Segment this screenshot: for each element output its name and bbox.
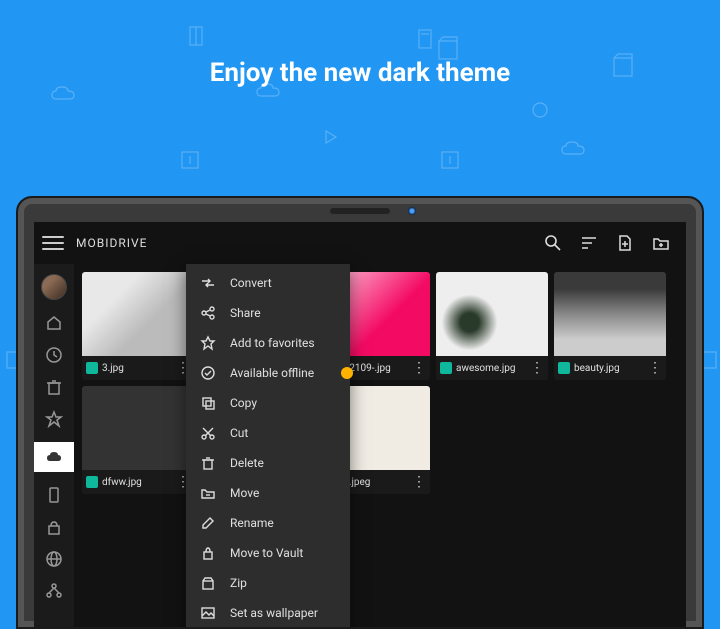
menu-convert[interactable]: Convert — [186, 268, 350, 298]
recent-icon[interactable] — [45, 346, 63, 364]
new-folder-icon[interactable] — [652, 234, 670, 252]
menu-available-offline[interactable]: Available offline — [186, 358, 350, 388]
trash-icon[interactable] — [45, 378, 63, 396]
sidebar — [34, 264, 74, 627]
file-bar: 3.jpg ⋮ — [82, 356, 194, 380]
file-bar: awesome.jpg ⋮ — [436, 356, 548, 380]
search-icon[interactable] — [544, 234, 562, 252]
star-icon — [200, 335, 216, 351]
more-icon[interactable]: ⋮ — [530, 361, 544, 375]
hero-title: Enjoy the new dark theme — [0, 58, 720, 88]
image-file-icon — [86, 476, 98, 488]
menu-rename[interactable]: Rename — [186, 508, 350, 538]
file-name: 3.jpg — [102, 363, 172, 374]
file-name: beauty.jpg — [574, 363, 644, 374]
topbar: MOBIDRIVE — [34, 222, 686, 264]
tablet-speaker — [330, 208, 390, 214]
menu-label: Move to Vault — [230, 546, 303, 560]
menu-label: Zip — [230, 576, 247, 590]
cloud-icon[interactable] — [34, 442, 74, 472]
thumbnail — [82, 272, 194, 356]
toggle-indicator[interactable] — [341, 367, 353, 379]
menu-label: Available offline — [230, 366, 314, 380]
offline-icon — [200, 365, 216, 381]
device-icon[interactable] — [45, 486, 63, 504]
thumbnail — [82, 386, 194, 470]
file-grid: 3.jpg ⋮ dfww.jpg ⋮ 72210 — [74, 264, 686, 627]
more-icon[interactable]: ⋮ — [412, 475, 426, 489]
menu-label: Rename — [230, 516, 274, 530]
vault-icon — [200, 545, 216, 561]
main-area: 3.jpg ⋮ dfww.jpg ⋮ 72210 — [34, 264, 686, 627]
cut-icon — [200, 425, 216, 441]
image-file-icon — [558, 362, 570, 374]
file-card[interactable]: awesome.jpg ⋮ — [436, 272, 548, 380]
avatar[interactable] — [41, 274, 67, 300]
menu-label: Copy — [230, 396, 257, 410]
thumbnail — [436, 272, 548, 356]
menu-move-vault[interactable]: Move to Vault — [186, 538, 350, 568]
file-bar: beauty.jpg ⋮ — [554, 356, 666, 380]
zip-icon — [200, 575, 216, 591]
new-file-icon[interactable] — [616, 234, 634, 252]
menu-copy[interactable]: Copy — [186, 388, 350, 418]
menu-share[interactable]: Share — [186, 298, 350, 328]
file-bar: dfww.jpg ⋮ — [82, 470, 194, 494]
more-icon[interactable]: ⋮ — [412, 361, 426, 375]
sort-icon[interactable] — [580, 234, 598, 252]
thumbnail — [554, 272, 666, 356]
globe-icon[interactable] — [45, 550, 63, 568]
menu-label: Share — [230, 306, 261, 320]
topbar-actions — [544, 234, 678, 252]
app-screen: MOBIDRIVE — [34, 222, 686, 627]
menu-label: Add to favorites — [230, 336, 315, 350]
move-icon — [200, 485, 216, 501]
rename-icon — [200, 515, 216, 531]
file-name: dfww.jpg — [102, 477, 172, 488]
menu-move[interactable]: Move — [186, 478, 350, 508]
menu-label: Move — [230, 486, 259, 500]
tablet-camera — [408, 207, 416, 215]
context-menu: Convert Share Add to favorites Available… — [186, 264, 350, 627]
file-card[interactable]: beauty.jpg ⋮ — [554, 272, 666, 380]
file-card[interactable]: dfww.jpg ⋮ — [82, 386, 194, 494]
wallpaper-icon — [200, 605, 216, 621]
app-title: MOBIDRIVE — [76, 236, 532, 250]
image-file-icon — [86, 362, 98, 374]
menu-add-favorites[interactable]: Add to favorites — [186, 328, 350, 358]
file-name: awesome.jpg — [456, 363, 526, 374]
delete-icon — [200, 455, 216, 471]
lock-icon[interactable] — [45, 518, 63, 536]
image-file-icon — [440, 362, 452, 374]
menu-zip[interactable]: Zip — [186, 568, 350, 598]
menu-cut[interactable]: Cut — [186, 418, 350, 448]
copy-icon — [200, 395, 216, 411]
star-icon[interactable] — [45, 410, 63, 428]
menu-label: Set as wallpaper — [230, 606, 318, 620]
menu-icon[interactable] — [42, 232, 64, 254]
more-icon[interactable]: ⋮ — [648, 361, 662, 375]
share-icon — [200, 305, 216, 321]
file-card[interactable]: 3.jpg ⋮ — [82, 272, 194, 380]
menu-label: Delete — [230, 456, 264, 470]
menu-label: Convert — [230, 276, 272, 290]
menu-delete[interactable]: Delete — [186, 448, 350, 478]
network-icon[interactable] — [45, 582, 63, 600]
convert-icon — [200, 275, 216, 291]
menu-label: Cut — [230, 426, 248, 440]
menu-wallpaper[interactable]: Set as wallpaper — [186, 598, 350, 627]
home-icon[interactable] — [45, 314, 63, 332]
tablet-frame: MOBIDRIVE — [16, 196, 704, 629]
